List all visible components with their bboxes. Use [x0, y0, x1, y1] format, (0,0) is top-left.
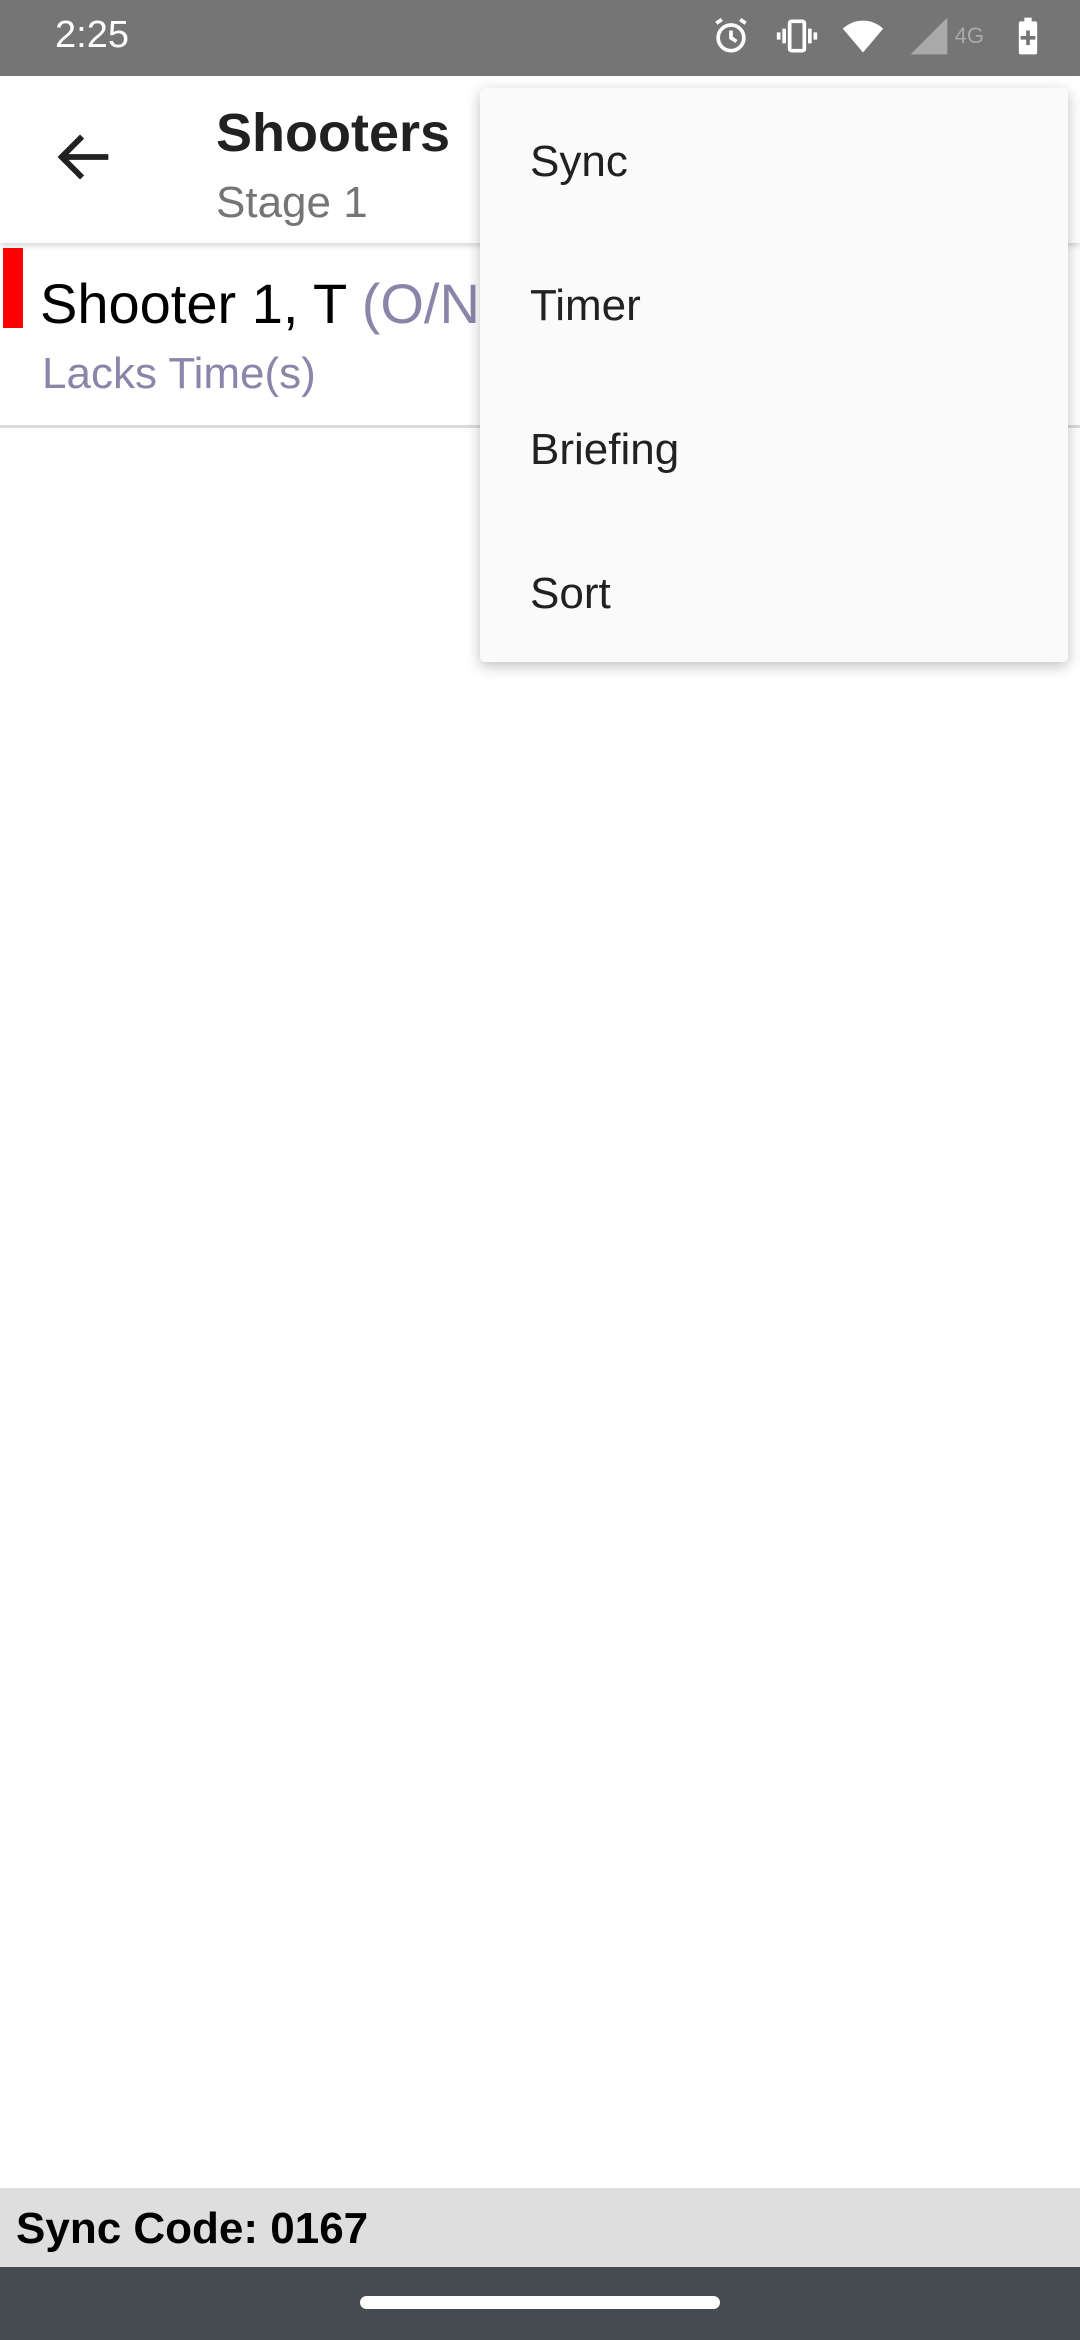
alarm-icon	[714, 17, 747, 53]
status-bar: 2:25 4G	[0, 0, 1080, 76]
network-type: 4G	[954, 23, 984, 48]
shooter-name-suffix: (O/N	[361, 272, 480, 335]
menu-item-briefing[interactable]: Briefing	[480, 378, 1068, 522]
footer-bar: Sync Code: 0167	[0, 2188, 1080, 2267]
battery-charging-icon	[1018, 17, 1038, 55]
back-arrow-icon[interactable]	[50, 122, 120, 192]
status-time: 2:25	[55, 14, 129, 56]
home-gesture-handle[interactable]	[360, 2296, 720, 2309]
menu-item-sync[interactable]: Sync	[480, 90, 1068, 234]
status-indicator	[3, 248, 23, 328]
vibrate-icon	[776, 19, 817, 53]
sync-code: Sync Code: 0167	[16, 2204, 369, 2253]
shooter-name-text: Shooter 1, T	[40, 272, 347, 335]
shooter-name: Shooter 1, T (O/N	[40, 271, 480, 336]
menu-item-sort[interactable]: Sort	[480, 522, 1068, 666]
shooter-status: Lacks Time(s)	[42, 349, 316, 398]
page-title: Shooters	[216, 103, 451, 163]
wifi-icon	[842, 20, 883, 53]
menu-item-timer[interactable]: Timer	[480, 234, 1068, 378]
page-subtitle: Stage 1	[216, 178, 368, 227]
signal-icon	[910, 17, 947, 55]
navigation-bar	[0, 2267, 1080, 2340]
overflow-menu: Sync Timer Briefing Sort	[480, 88, 1068, 662]
